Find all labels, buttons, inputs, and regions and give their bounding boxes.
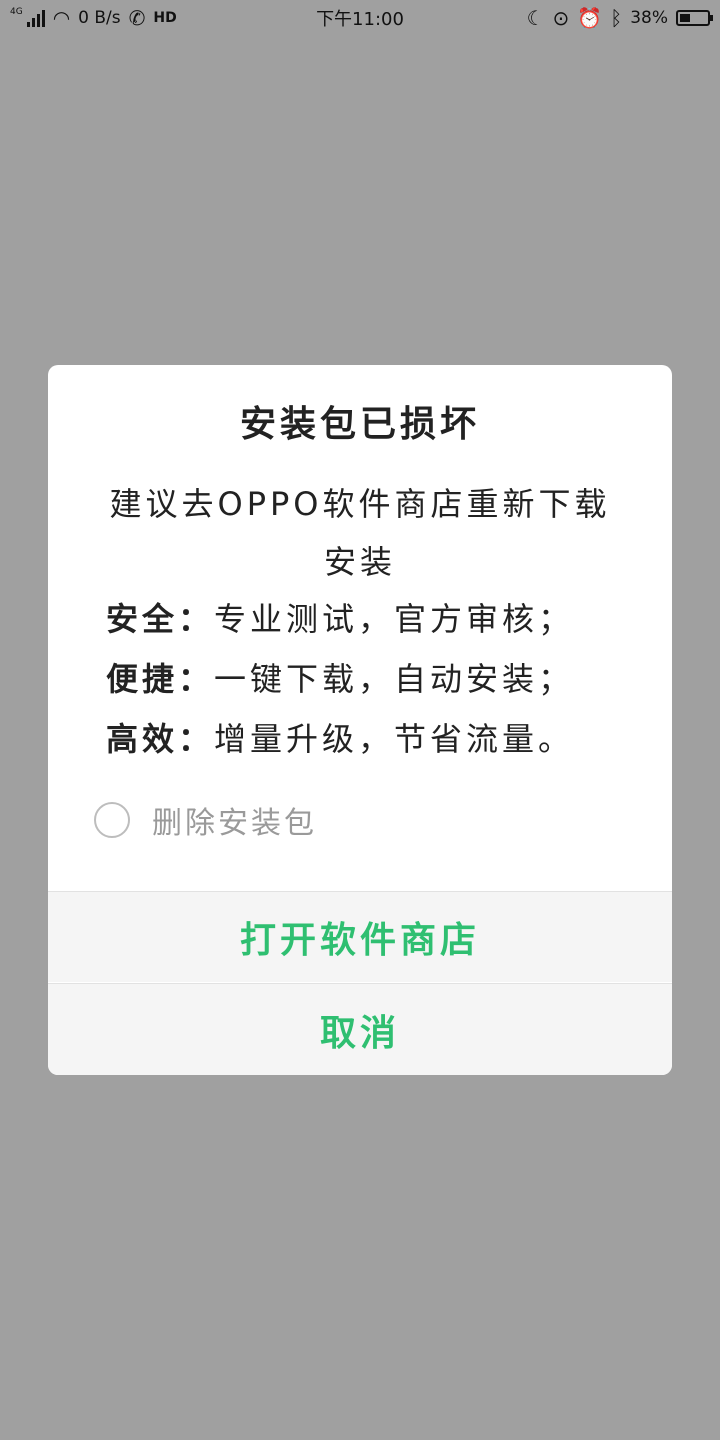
corrupted-package-dialog: 安装包已损坏 建议去OPPO软件商店重新下载安装 安全： 专业测试，官方审核； … (48, 365, 672, 1075)
status-bar-left: 4G ◠ 0 B/s ✆ HD (0, 6, 187, 30)
alarm-icon: ⏰ (577, 6, 603, 30)
feature-list: 安全： 专业测试，官方审核； 便捷： 一键下载，自动安装； 高效： 增量升级，节… (106, 587, 626, 767)
feature-label: 高效： (106, 720, 215, 758)
moon-icon: ☾ (526, 6, 545, 30)
lock-rotation-icon: ⊙ (552, 6, 570, 30)
network-type: 4G (10, 7, 23, 17)
status-bar: 4G ◠ 0 B/s ✆ HD 下午11:00 ☾ ⊙ ⏰ ᛒ 38% (0, 0, 720, 36)
feature-item: 便捷： 一键下载，自动安装； (106, 647, 626, 707)
battery-icon (676, 10, 713, 26)
wifi-icon: ◠ (52, 6, 71, 30)
status-bar-right: ☾ ⊙ ⏰ ᛒ 38% (517, 8, 720, 28)
hd-call-icon: ✆ (128, 6, 146, 30)
dialog-message: 建议去OPPO软件商店重新下载安装 (109, 485, 611, 581)
feature-value: 专业测试，官方审核； (214, 600, 575, 638)
delete-package-label: 删除安装包 (152, 806, 317, 841)
feature-label: 便捷： (106, 660, 215, 698)
signal-icon (26, 9, 45, 27)
feature-label: 安全： (106, 600, 215, 638)
delete-package-option[interactable]: 删除安装包 (94, 798, 317, 842)
hd-label: HD (153, 10, 177, 26)
feature-value: 一键下载，自动安装； (214, 660, 575, 698)
delete-package-checkbox[interactable] (94, 802, 130, 838)
bluetooth-icon: ᛒ (610, 6, 623, 30)
clock: 下午11:00 (316, 9, 404, 30)
feature-value: 增量升级，节省流量。 (214, 720, 575, 758)
open-store-button[interactable]: 打开软件商店 (48, 891, 672, 982)
battery-percent: 38% (630, 8, 668, 28)
dialog-title: 安装包已损坏 (239, 404, 480, 445)
data-rate: 0 B/s (78, 8, 121, 28)
cancel-button[interactable]: 取消 (48, 983, 672, 1075)
feature-item: 安全： 专业测试，官方审核； (106, 587, 626, 647)
feature-item: 高效： 增量升级，节省流量。 (106, 707, 626, 767)
